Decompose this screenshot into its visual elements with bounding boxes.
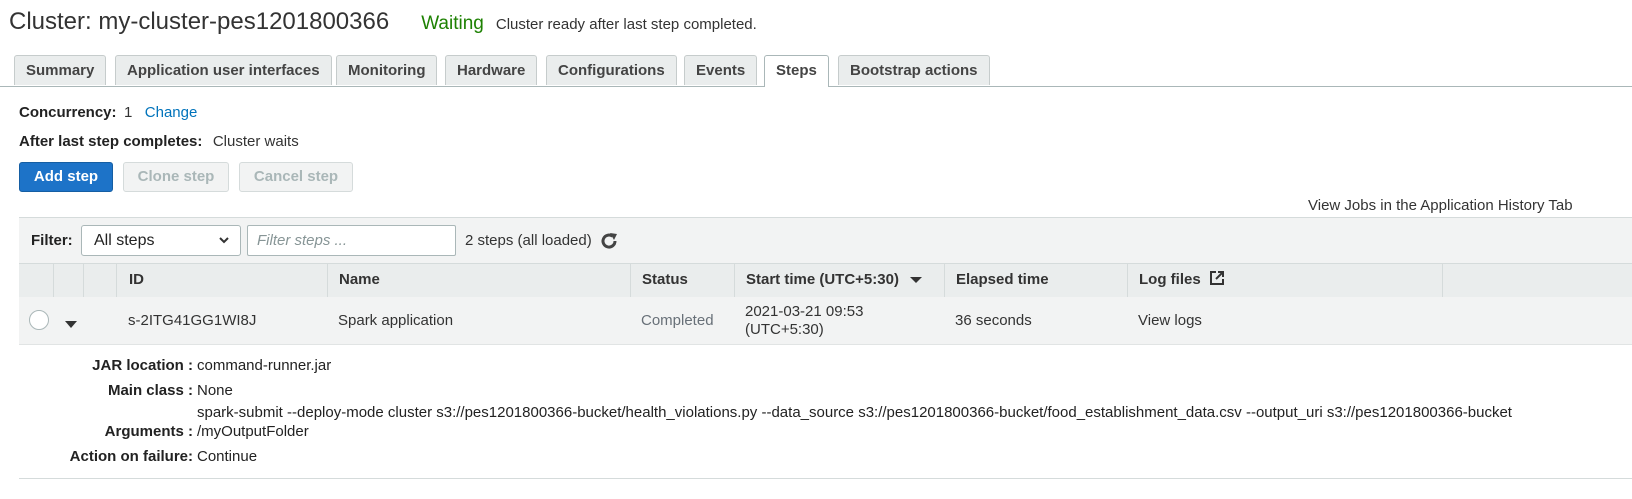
after-last-step-value: Cluster waits	[212, 133, 299, 150]
chevron-down-icon	[218, 226, 230, 266]
step-filter-selected: All steps	[94, 232, 155, 249]
cluster-state-description: Cluster ready after last step completed.	[495, 16, 757, 33]
change-concurrency-link[interactable]: Change	[145, 104, 198, 121]
column-divider	[944, 264, 945, 297]
main-class-value: None	[197, 382, 233, 399]
filter-label: Filter:	[31, 232, 73, 249]
column-divider	[1442, 264, 1443, 297]
cluster-header: Cluster: my-cluster-pes1201800366 Waitin…	[9, 8, 757, 38]
arguments-label: Arguments :	[104, 423, 193, 440]
step-filter-select[interactable]: All steps	[81, 225, 241, 256]
step-start-date: 2021-03-21 09:53	[745, 303, 864, 320]
concurrency-row: Concurrency: 1 Change	[19, 104, 197, 122]
tab-hardware[interactable]: Hardware	[445, 55, 538, 85]
page-title: Cluster: my-cluster-pes1201800366	[9, 8, 390, 35]
column-header-elapsed-time[interactable]: Elapsed time	[956, 263, 1049, 297]
step-elapsed-time: 36 seconds	[955, 312, 1032, 329]
arguments-value-line2: /myOutputFolder	[197, 423, 309, 440]
after-last-step-row: After last step completes: Cluster waits	[19, 133, 299, 151]
cluster-state: Waiting	[421, 13, 484, 34]
clone-step-button[interactable]: Clone step	[123, 162, 229, 192]
expand-row-icon[interactable]	[64, 316, 78, 334]
step-status: Completed	[641, 312, 714, 329]
main-class-label: Main class :	[107, 382, 193, 399]
concurrency-value: 1	[123, 104, 133, 121]
column-divider	[83, 264, 84, 297]
step-start-timezone: (UTC+5:30)	[745, 321, 824, 338]
action-on-failure-label: Action on failure:	[69, 448, 193, 465]
view-jobs-link[interactable]: View Jobs in the Application History Tab	[1308, 197, 1573, 214]
column-header-id[interactable]: ID	[129, 263, 144, 297]
column-header-log-files-label: Log files	[1139, 271, 1201, 288]
tab-summary[interactable]: Summary	[14, 55, 107, 85]
steps-count: 2 steps (all loaded)	[465, 232, 592, 249]
step-name: Spark application	[338, 312, 454, 329]
tab-steps[interactable]: Steps	[764, 55, 829, 87]
jar-location-value: command-runner.jar	[197, 357, 332, 374]
row-select-radio[interactable]	[29, 310, 49, 330]
tab-bootstrap-actions[interactable]: Bootstrap actions	[838, 55, 990, 85]
column-divider	[734, 264, 735, 297]
tab-events[interactable]: Events	[684, 55, 758, 85]
arguments-value-line1: spark-submit --deploy-mode cluster s3://…	[197, 404, 1512, 421]
external-link-icon	[1209, 265, 1225, 299]
tab-monitoring[interactable]: Monitoring	[336, 55, 438, 85]
jar-location-label: JAR location :	[92, 357, 193, 374]
tab-application-user-interfaces[interactable]: Application user interfaces	[115, 55, 332, 85]
column-divider	[1127, 264, 1128, 297]
view-logs-link[interactable]: View logs	[1138, 312, 1202, 329]
add-step-button[interactable]: Add step	[19, 162, 113, 192]
refresh-icon[interactable]	[598, 230, 620, 252]
tab-configurations[interactable]: Configurations	[546, 55, 677, 85]
sort-descending-icon	[909, 263, 923, 297]
column-header-status[interactable]: Status	[642, 263, 688, 297]
filter-steps-input[interactable]	[247, 225, 456, 256]
column-header-name[interactable]: Name	[339, 263, 380, 297]
column-divider	[53, 264, 54, 297]
column-header-start-time-label: Start time (UTC+5:30)	[746, 271, 899, 288]
column-header-log-files[interactable]: Log files	[1139, 263, 1225, 297]
column-divider	[327, 264, 328, 297]
column-divider	[630, 264, 631, 297]
action-on-failure-value: Continue	[197, 448, 258, 465]
column-header-start-time[interactable]: Start time (UTC+5:30)	[746, 263, 923, 297]
column-divider	[116, 264, 117, 297]
after-last-step-label: After last step completes:	[19, 133, 203, 150]
concurrency-label: Concurrency:	[19, 104, 117, 121]
cancel-step-button[interactable]: Cancel step	[239, 162, 353, 192]
step-id: s-2ITG41GG1WI8J	[128, 312, 257, 329]
